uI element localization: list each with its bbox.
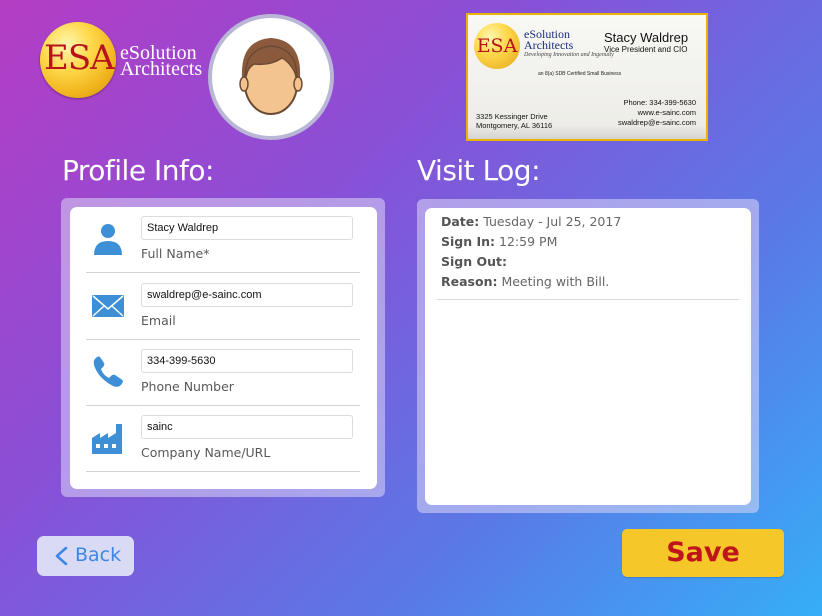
phone-row: 334-399-5630 Phone Number <box>70 340 377 406</box>
divider <box>86 471 360 472</box>
phone-number-label: Phone Number <box>141 379 234 394</box>
business-card-name: Stacy Waldrep <box>604 30 689 45</box>
logo-name-line2: Architects <box>120 58 203 80</box>
factory-icon <box>92 424 122 454</box>
back-button-label: Back <box>75 544 122 566</box>
company-logo: ESA eSolution Architects <box>40 22 203 102</box>
full-name-field[interactable]: Stacy Waldrep <box>141 216 353 240</box>
profile-form: Stacy Waldrep Full Name* swaldrep@e-sain… <box>70 207 377 489</box>
back-button[interactable]: Back <box>37 536 134 576</box>
business-card-phone: Phone: 334-399-5630 <box>623 98 696 107</box>
full-name-row: Stacy Waldrep Full Name* <box>70 207 377 273</box>
log-entry-divider <box>437 299 739 300</box>
email-label: Email <box>141 313 176 328</box>
company-name-field[interactable]: sainc <box>141 415 353 439</box>
phone-number-field[interactable]: 334-399-5630 <box>141 349 353 373</box>
visit-log-heading: Visit Log: <box>417 154 541 187</box>
business-card-address-line1: 3325 Kessinger Drive <box>476 112 548 121</box>
chevron-left-icon <box>55 546 68 566</box>
company-row: sainc Company Name/URL <box>70 406 377 472</box>
email-row: swaldrep@e-sainc.com Email <box>70 274 377 340</box>
log-reason: Reason: Meeting with Bill. <box>441 274 610 289</box>
business-card-title: Vice President and CIO <box>604 45 688 54</box>
email-field[interactable]: swaldrep@e-sainc.com <box>141 283 353 307</box>
profile-info-heading: Profile Info: <box>62 154 214 187</box>
avatar[interactable] <box>208 14 334 140</box>
company-name-label: Company Name/URL <box>141 445 271 460</box>
business-card-image[interactable]: ESA eSolution Architects Developing Inno… <box>466 13 708 141</box>
logo-letters: ESA <box>44 38 115 78</box>
log-sign-in: Sign In: 12:59 PM <box>441 234 558 249</box>
business-card-logo-letters: ESA <box>476 35 518 57</box>
full-name-label: Full Name* <box>141 246 210 261</box>
business-card-certification: an 8(a) SDB Certified Small Business <box>538 71 622 77</box>
log-sign-out: Sign Out: <box>441 254 507 269</box>
phone-icon <box>93 356 123 387</box>
visit-log-list[interactable]: Date: Tuesday - Jul 25, 2017 Sign In: 12… <box>425 208 751 505</box>
person-icon <box>94 224 122 255</box>
log-date: Date: Tuesday - Jul 25, 2017 <box>441 214 622 229</box>
divider <box>86 272 360 273</box>
envelope-icon <box>92 295 124 317</box>
business-card-shadow <box>468 125 706 139</box>
business-card-company-line2: Architects <box>524 38 574 52</box>
business-card-tagline: Developing Innovation and Ingenuity <box>524 52 614 58</box>
person-avatar-icon <box>239 38 303 115</box>
save-button[interactable]: Save <box>622 529 784 577</box>
save-button-label: Save <box>666 537 740 568</box>
business-card-website: www.e-sainc.com <box>637 108 696 117</box>
